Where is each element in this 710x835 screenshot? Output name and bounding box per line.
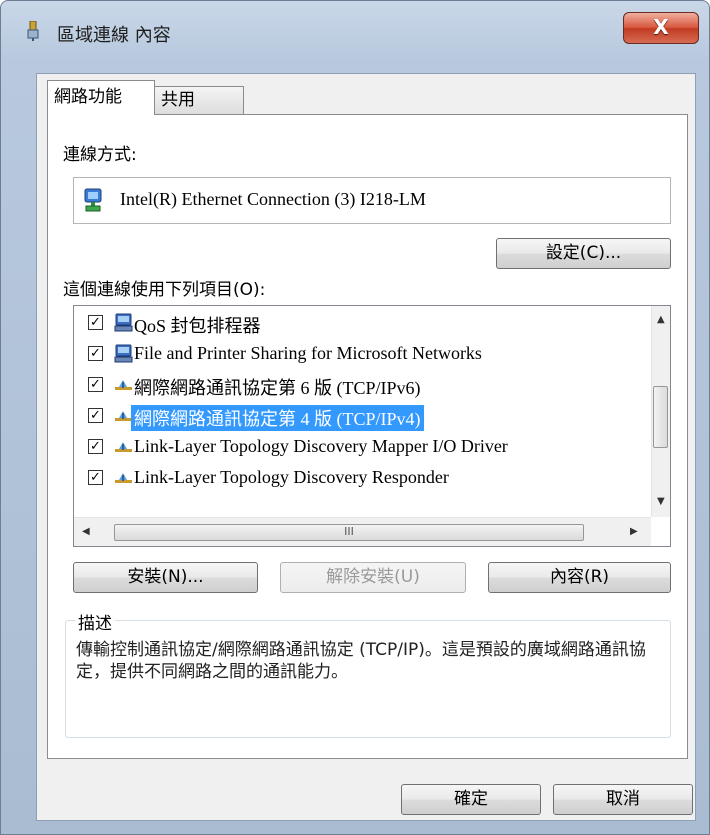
install-button[interactable]: 安裝(N)... bbox=[73, 562, 258, 593]
ok-button[interactable]: 確定 bbox=[401, 784, 541, 815]
adapter-name: Intel(R) Ethernet Connection (3) I218-LM bbox=[120, 189, 426, 209]
item-checkbox[interactable]: ✓ bbox=[88, 377, 103, 392]
cancel-button[interactable]: 取消 bbox=[553, 784, 693, 815]
horizontal-scroll-thumb[interactable]: III bbox=[114, 524, 584, 541]
protocol-icon bbox=[115, 442, 132, 452]
network-service-icon bbox=[114, 344, 133, 363]
item-checkbox[interactable]: ✓ bbox=[88, 470, 103, 485]
adapter-field: Intel(R) Ethernet Connection (3) I218-LM bbox=[73, 177, 671, 224]
scroll-right-icon[interactable]: ▶ bbox=[630, 526, 638, 537]
list-item[interactable]: ✓ Link-Layer Topology Discovery Mapper I… bbox=[74, 433, 644, 463]
uninstall-button[interactable]: 解除安裝(U) bbox=[280, 562, 466, 593]
list-item[interactable]: ✓ File and Printer Sharing for Microsoft… bbox=[74, 340, 644, 370]
close-icon: X bbox=[653, 15, 669, 39]
configure-button[interactable]: 設定(C)... bbox=[496, 238, 671, 269]
list-item[interactable]: ✓ 網際網路通訊協定第 6 版 (TCP/IPv6) bbox=[74, 371, 644, 401]
item-checkbox[interactable]: ✓ bbox=[88, 408, 103, 423]
scroll-down-icon[interactable]: ▼ bbox=[657, 496, 665, 507]
item-label: File and Printer Sharing for Microsoft N… bbox=[134, 343, 482, 363]
list-item[interactable]: ✓ QoS 封包排程器 bbox=[74, 309, 644, 339]
description-title: 描述 bbox=[75, 609, 115, 634]
scroll-up-icon[interactable]: ▲ bbox=[657, 314, 665, 325]
dialog-window: 區域連線 內容 X 網路功能 共用 連線方式: Intel(R) Etherne… bbox=[0, 0, 710, 835]
item-checkbox[interactable]: ✓ bbox=[88, 346, 103, 361]
item-label: Link-Layer Topology Discovery Responder bbox=[134, 467, 449, 487]
protocol-icon bbox=[115, 473, 132, 483]
item-checkbox[interactable]: ✓ bbox=[88, 315, 103, 330]
vertical-scrollbar[interactable]: ▲ ▼ bbox=[651, 306, 670, 517]
network-service-icon bbox=[114, 313, 133, 332]
protocol-icon bbox=[115, 380, 132, 390]
title-bar[interactable]: 區域連線 內容 X bbox=[1, 1, 709, 46]
networking-panel: 連線方式: Intel(R) Ethernet Connection (3) I… bbox=[47, 114, 688, 759]
tab-networking[interactable]: 網路功能 bbox=[47, 80, 155, 115]
item-label: 網際網路通訊協定第 4 版 (TCP/IPv4) bbox=[131, 405, 424, 431]
tab-sharing[interactable]: 共用 bbox=[154, 86, 244, 115]
close-button[interactable]: X bbox=[623, 12, 699, 44]
description-group: 描述 傳輸控制通訊協定/網際網路通訊協定 (TCP/IP)。這是預設的廣域網路通… bbox=[65, 609, 671, 738]
vertical-scroll-thumb[interactable] bbox=[653, 386, 668, 448]
list-item[interactable]: ✓ Link-Layer Topology Discovery Responde… bbox=[74, 464, 644, 494]
network-adapter-icon bbox=[27, 21, 39, 41]
items-list[interactable]: ✓ QoS 封包排程器 ✓ File and Printer Sharing f… bbox=[73, 305, 671, 547]
tab-networking-label: 網路功能 bbox=[54, 87, 122, 107]
description-text: 傳輸控制通訊協定/網際網路通訊協定 (TCP/IP)。這是預設的廣域網路通訊協定… bbox=[76, 640, 646, 682]
list-item-selected[interactable]: ✓ 網際網路通訊協定第 4 版 (TCP/IPv4) bbox=[74, 402, 644, 432]
tab-sharing-label: 共用 bbox=[161, 90, 195, 110]
scroll-left-icon[interactable]: ◀ bbox=[82, 526, 90, 537]
window-title: 區域連線 內容 bbox=[57, 25, 171, 46]
item-label: QoS 封包排程器 bbox=[134, 316, 261, 336]
item-label: 網際網路通訊協定第 6 版 (TCP/IPv6) bbox=[134, 378, 421, 398]
item-checkbox[interactable]: ✓ bbox=[88, 439, 103, 454]
items-label: 這個連線使用下列項目(O): bbox=[63, 280, 266, 300]
ethernet-adapter-icon bbox=[84, 188, 102, 212]
connect-using-label: 連線方式: bbox=[63, 145, 137, 165]
properties-button[interactable]: 內容(R) bbox=[488, 562, 671, 593]
dialog-client-area: 網路功能 共用 連線方式: Intel(R) Ethernet Connecti… bbox=[36, 73, 696, 821]
item-label: Link-Layer Topology Discovery Mapper I/O… bbox=[134, 436, 508, 456]
horizontal-scrollbar[interactable]: ◀ III ▶ bbox=[74, 517, 651, 546]
